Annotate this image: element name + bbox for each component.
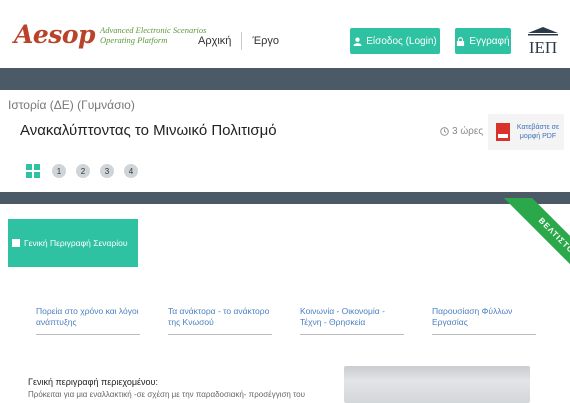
step-navigation: 1 2 3 4 (26, 164, 148, 178)
nav-divider (241, 32, 243, 50)
step-1[interactable]: 1 (52, 164, 66, 178)
user-icon (353, 37, 362, 46)
nav-item-project[interactable]: Έργο (252, 35, 279, 47)
pdf-label: Κατεβάστε σε μορφή PDF (516, 123, 560, 141)
step-4[interactable]: 4 (124, 164, 138, 178)
iep-logo-text: ΙΕΠ (529, 38, 557, 56)
register-button[interactable]: Εγγραφή (455, 28, 511, 54)
pdf-icon (496, 123, 510, 141)
nav-item-home[interactable]: Αρχική (198, 35, 231, 47)
pdf-label-line2: μορφή PDF (519, 133, 557, 140)
step-2[interactable]: 2 (76, 164, 90, 178)
scenario-image (344, 366, 530, 403)
duration-text: 3 ώρες (452, 126, 484, 137)
overview-label: Γενική Περιγραφή Σεναρίου (24, 238, 128, 248)
logo-word: Aesop (14, 20, 96, 49)
clock-icon (440, 127, 449, 136)
tab-worksheets[interactable]: Παρουσίαση Φύλλων Εργασίας (432, 306, 536, 335)
tab-society[interactable]: Κοινωνία - Οικονομία - Τέχνη - Θρησκεία (300, 306, 404, 335)
subject-label: Ιστορία (ΔΕ) (Γυμνάσιο) (8, 98, 135, 112)
best-ribbon: ΒΕΛΤΙΣΤΟ (480, 198, 570, 288)
scenario-title: Ανακαλύπτοντας το Μινωικό Πολιτισμό (20, 122, 277, 139)
step-3[interactable]: 3 (100, 164, 114, 178)
top-header: Aesop Advanced Electronic Scenarios Oper… (0, 0, 570, 68)
pdf-label-line1: Κατεβάστε σε (516, 124, 560, 131)
description-heading: Γενική περιγραφή περιεχομένου: (28, 377, 158, 387)
iep-logo[interactable]: ΙΕΠ (526, 26, 560, 56)
register-label: Εγγραφή (469, 35, 510, 47)
header-divider-bar (0, 68, 570, 90)
document-icon (12, 239, 20, 247)
lock-icon (457, 36, 465, 46)
duration: 3 ώρες (440, 126, 483, 137)
login-button[interactable]: Είσοδος (Login) (350, 28, 440, 54)
description-text: Πρόκειται για μια εναλλακτική -σε σχέση … (28, 390, 305, 399)
main-nav: Αρχική Έργο (198, 32, 279, 50)
ribbon-label: ΒΕΛΤΙΣΤΟ (499, 198, 570, 288)
overview-button[interactable]: Γενική Περιγραφή Σεναρίου (8, 219, 138, 267)
tab-palaces[interactable]: Τα ανάκτορα - το ανάκτορο της Κνωσού (168, 306, 272, 335)
login-label: Είσοδος (Login) (366, 35, 437, 47)
pdf-download-button[interactable]: Κατεβάστε σε μορφή PDF (488, 114, 564, 150)
tab-timeline[interactable]: Πορεία στο χρόνο και λόγοι ανάπτυξης (36, 306, 140, 335)
activity-tabs: Πορεία στο χρόνο και λόγοι ανάπτυξης Τα … (36, 306, 536, 335)
grid-icon[interactable] (26, 164, 40, 178)
aesop-logo[interactable]: Aesop Advanced Electronic Scenarios Oper… (14, 22, 220, 48)
